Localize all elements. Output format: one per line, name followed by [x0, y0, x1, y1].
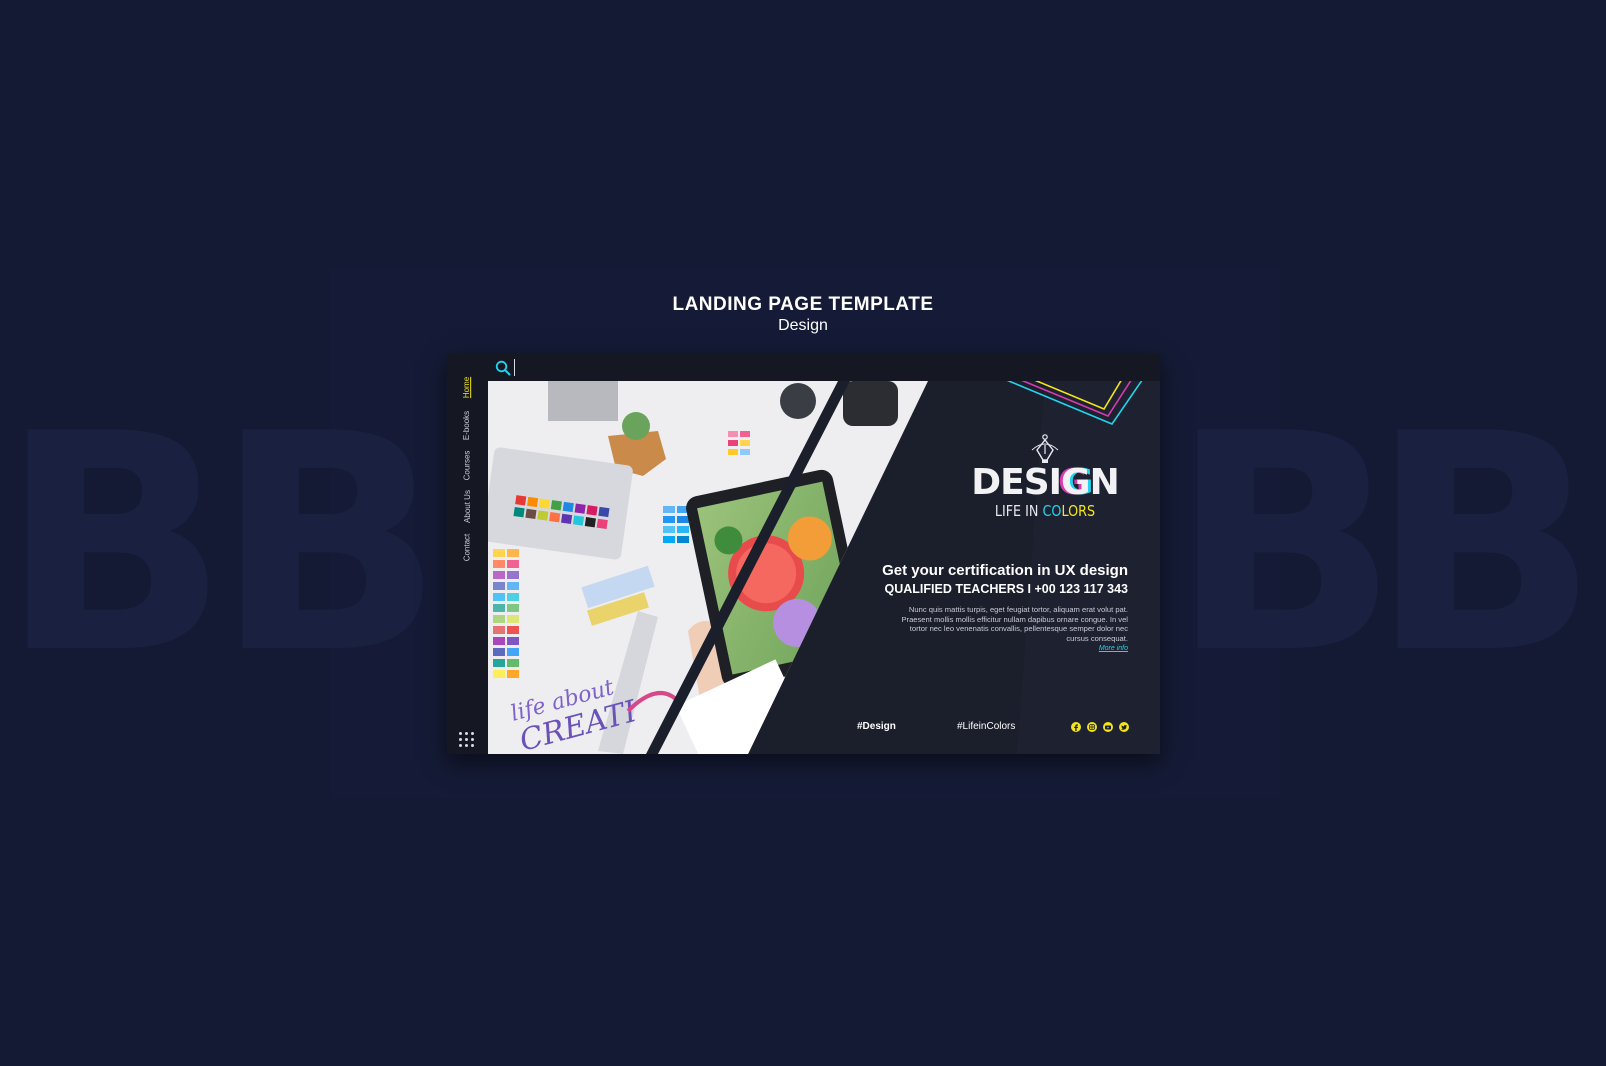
page-heading: LANDING PAGE TEMPLATE Design: [0, 294, 1606, 336]
sidebar-item-ebooks[interactable]: E-books: [455, 405, 479, 445]
search-bar: [488, 354, 1160, 381]
page-title: LANDING PAGE TEMPLATE: [672, 294, 934, 315]
social-links: [1071, 722, 1129, 732]
grid-dots-icon[interactable]: [459, 732, 475, 747]
facebook-icon[interactable]: [1071, 722, 1081, 732]
brand-title: DESIGN: [971, 462, 1120, 503]
hero-subheadline: QUALIFIED TEACHERS I +00 123 117 343: [884, 582, 1128, 596]
brand-tagline: LIFE IN COLORS: [994, 502, 1096, 520]
twitter-icon[interactable]: [1119, 722, 1129, 732]
search-input[interactable]: [514, 359, 714, 376]
brand-logo: DESIGN LIFE IN COLORS: [965, 434, 1125, 520]
hero-headline: Get your certification in UX design: [882, 562, 1128, 579]
sidebar-item-home[interactable]: Home: [455, 369, 479, 405]
corner-stripes-decoration: [943, 354, 1160, 754]
sidebar-item-about-us[interactable]: About Us: [455, 485, 479, 527]
sidebar: Home E-books Courses About Us Contact: [447, 354, 488, 754]
pen-nib-icon: [1031, 434, 1059, 463]
canvas: B B B B B LANDING PAGE TEMPLATE Design: [0, 0, 1606, 1066]
youtube-icon[interactable]: [1103, 722, 1113, 732]
sidebar-item-label: Contact: [462, 533, 472, 561]
sidebar-item-label: E-books: [462, 410, 472, 440]
hashtag-design: #Design: [857, 721, 896, 732]
sidebar-item-label: Home: [462, 376, 472, 398]
more-info-link[interactable]: More info: [1099, 645, 1128, 652]
sidebar-item-contact[interactable]: Contact: [455, 527, 479, 567]
page-subtitle: Design: [778, 317, 828, 334]
sidebar-item-courses[interactable]: Courses: [455, 445, 479, 485]
sidebar-nav: Home E-books Courses About Us Contact: [455, 374, 479, 564]
hashtag-lifeincolors: #LifeinColors: [957, 721, 1016, 732]
sidebar-item-label: Courses: [462, 450, 472, 480]
search-icon[interactable]: [495, 360, 511, 376]
landing-page-mockup: life about CREATI Home E-books Courses A…: [447, 354, 1160, 754]
instagram-icon[interactable]: [1087, 722, 1097, 732]
sidebar-item-label: About Us: [462, 489, 472, 523]
hero-body: Nunc quis mattis turpis, eget feugiat to…: [901, 605, 1128, 643]
